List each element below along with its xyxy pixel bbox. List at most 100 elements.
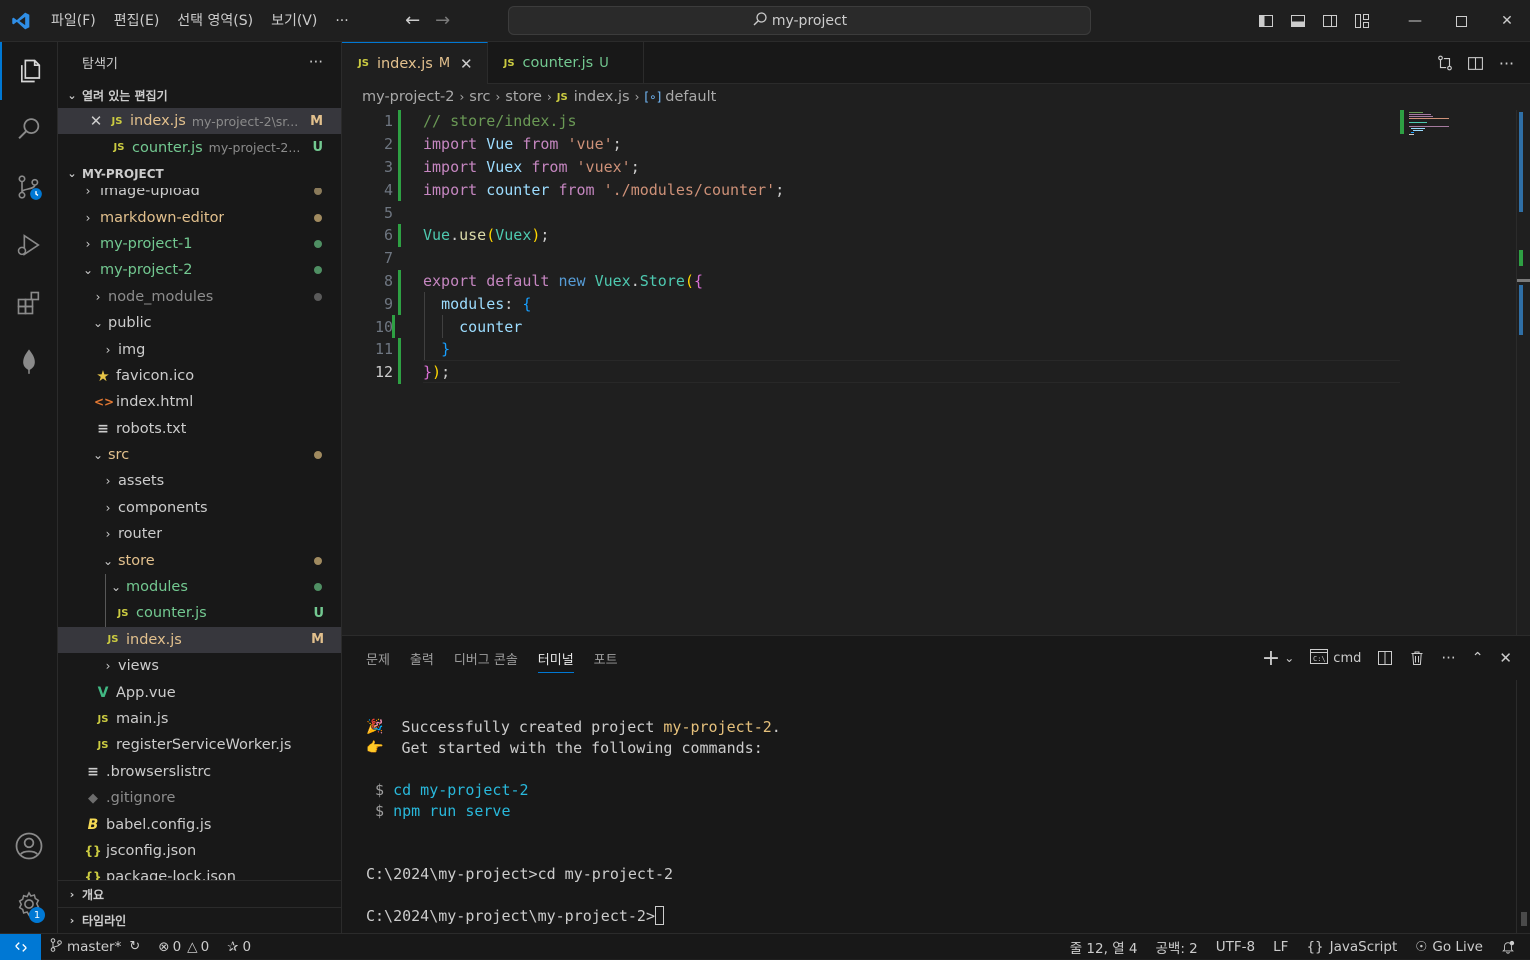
tab-counter-js[interactable]: JS counter.js U	[488, 42, 644, 84]
menu-edit[interactable]: 편집(E)	[105, 0, 169, 42]
sync-icon[interactable]: ↻	[129, 939, 140, 954]
minimize-icon[interactable]: —	[1392, 0, 1438, 42]
open-editors-header[interactable]: ⌄ 열려 있는 편집기	[58, 82, 341, 108]
tab-output[interactable]: 출력	[410, 636, 434, 680]
tree-folder-store[interactable]: ⌄ store	[58, 547, 341, 573]
indentation[interactable]: 공백: 2	[1147, 937, 1207, 957]
tree-folder-node-modules[interactable]: › node_modules	[58, 284, 341, 310]
trash-icon[interactable]	[1401, 650, 1433, 666]
compare-changes-icon[interactable]	[1429, 54, 1460, 72]
accounts-icon[interactable]	[0, 817, 58, 875]
sidebar-more-button[interactable]: ···	[309, 53, 323, 71]
back-arrow-icon[interactable]: ←	[398, 10, 428, 31]
menu-view[interactable]: 보기(V)	[262, 0, 326, 42]
new-terminal-icon[interactable]: +	[1254, 646, 1282, 671]
breadcrumb-item[interactable]: store	[505, 89, 542, 105]
tree-folder-src[interactable]: ⌄ src	[58, 442, 341, 468]
tree-folder-my-project-1[interactable]: › my-project-1	[58, 231, 341, 257]
ports-indicator[interactable]: ✰ 0	[218, 939, 260, 955]
close-icon[interactable]: ✕	[88, 112, 104, 130]
cursor-position[interactable]: 줄 12, 열 4	[1061, 937, 1147, 957]
tab-ports[interactable]: 포트	[594, 636, 618, 680]
forward-arrow-icon[interactable]: →	[428, 10, 458, 31]
encoding[interactable]: UTF-8	[1207, 939, 1264, 955]
tree-file-index-html[interactable]: <> index.html	[58, 389, 341, 415]
tab-index-js[interactable]: JS index.js M ✕	[342, 42, 488, 84]
outline-header[interactable]: › 개요	[58, 881, 341, 907]
tree-folder-assets[interactable]: › assets	[58, 468, 341, 494]
minimap[interactable]	[1400, 110, 1530, 635]
maximize-panel-icon[interactable]: ⌃	[1464, 650, 1492, 666]
notifications-bell-icon[interactable]	[1492, 940, 1524, 954]
tree-folder-modules[interactable]: ⌄ modules	[58, 573, 341, 601]
go-live-button[interactable]: ☉ Go Live	[1406, 939, 1492, 955]
breadcrumb-item[interactable]: index.js	[574, 89, 630, 105]
tree-folder-components[interactable]: › components	[58, 495, 341, 521]
project-header[interactable]: ⌄ MY-PROJECT	[58, 161, 341, 187]
explorer-icon[interactable]	[0, 42, 58, 100]
menu-selection[interactable]: 선택 영역(S)	[168, 0, 262, 42]
maximize-icon[interactable]	[1438, 0, 1484, 42]
editor-scrollbar[interactable]	[1516, 110, 1530, 635]
open-editor-item-counter-js[interactable]: JS counter.js my-project-2... U	[58, 134, 341, 160]
open-editor-item-index-js[interactable]: ✕ JS index.js my-project-2\sr... M	[58, 108, 341, 135]
tree-folder-img[interactable]: › img	[58, 336, 341, 362]
tree-file-register-sw[interactable]: JS registerServiceWorker.js	[58, 732, 341, 758]
panel-more-icon[interactable]: ···	[1433, 649, 1463, 667]
branch-indicator[interactable]: master* ↻	[41, 937, 149, 956]
tree-file-counter-js[interactable]: JS counter.js U	[58, 600, 341, 627]
tree-folder-router[interactable]: › router	[58, 521, 341, 547]
terminal-scrollbar[interactable]	[1516, 680, 1530, 934]
tree-folder-image-upload[interactable]: › image-upload	[58, 188, 341, 204]
extensions-icon[interactable]	[0, 274, 58, 332]
mongodb-leaf-icon[interactable]	[0, 332, 58, 390]
tree-file-app-vue[interactable]: V App.vue	[58, 679, 341, 705]
tree-file-browserslistrc[interactable]: ≡ .browserslistrc	[58, 759, 341, 785]
tree-folder-my-project-2[interactable]: ⌄ my-project-2	[58, 257, 341, 283]
remote-icon[interactable]	[0, 933, 41, 960]
manage-gear-icon[interactable]: 1	[0, 875, 58, 933]
tab-debug-console[interactable]: 디버그 콘솔	[454, 636, 518, 680]
menu-file[interactable]: 파일(F)	[42, 0, 105, 42]
toggle-secondary-sidebar-icon[interactable]	[1314, 0, 1346, 42]
split-editor-icon[interactable]	[1460, 55, 1491, 72]
tree-file-index-js[interactable]: JS index.js M	[58, 626, 341, 654]
close-icon[interactable]: ✕	[460, 55, 473, 73]
tab-terminal[interactable]: 터미널	[537, 645, 574, 673]
tree-file-jsconfig[interactable]: {} jsconfig.json	[58, 838, 341, 864]
command-center-search[interactable]: my-project	[508, 6, 1091, 35]
close-window-icon[interactable]: ✕	[1484, 0, 1530, 42]
breadcrumb-item[interactable]: my-project-2	[362, 89, 454, 105]
problems-indicator[interactable]: ⊗ 0 △ 0	[149, 939, 218, 955]
toggle-panel-icon[interactable]	[1282, 0, 1314, 42]
run-debug-icon[interactable]	[0, 216, 58, 274]
code-editor[interactable]: 1 // store/index.js 2 import Vue from 'vue…	[342, 110, 1402, 410]
source-control-icon[interactable]	[0, 158, 58, 216]
close-panel-icon[interactable]: ✕	[1491, 649, 1520, 667]
editor-more-icon[interactable]: ···	[1491, 54, 1522, 73]
tree-file-package-lock[interactable]: {} package-lock.json	[58, 864, 341, 880]
tree-file-gitignore[interactable]: ◆ .gitignore	[58, 785, 341, 811]
tree-folder-views[interactable]: › views	[58, 653, 341, 679]
tree-file-babel-config[interactable]: Bbabel.config.js	[58, 811, 341, 837]
tree-folder-public[interactable]: ⌄ public	[58, 310, 341, 336]
menu-more[interactable]: ···	[326, 0, 357, 42]
search-view-icon[interactable]	[0, 100, 58, 158]
tree-folder-markdown-editor[interactable]: › markdown-editor	[58, 204, 341, 230]
language-mode[interactable]: {} JavaScript	[1297, 939, 1406, 955]
tree-file-main-js[interactable]: JS main.js	[58, 706, 341, 732]
terminal-selector[interactable]: C:\ cmd	[1302, 648, 1369, 668]
chevron-down-icon[interactable]: ⌄	[1282, 651, 1302, 665]
terminal-cursor	[654, 906, 664, 925]
breadcrumb-item[interactable]: default	[665, 89, 716, 105]
terminal-output[interactable]: 🎉 Successfully created project my-projec…	[366, 716, 1506, 926]
tree-file-favicon[interactable]: ★ favicon.ico	[58, 363, 341, 389]
tree-file-robots-txt[interactable]: ≡ robots.txt	[58, 416, 341, 442]
breadcrumb-item[interactable]: src	[469, 89, 490, 105]
tab-problems[interactable]: 문제	[366, 636, 390, 680]
customize-layout-icon[interactable]	[1346, 0, 1378, 42]
toggle-primary-sidebar-icon[interactable]	[1250, 0, 1282, 42]
split-terminal-icon[interactable]	[1369, 650, 1401, 666]
timeline-header[interactable]: › 타임라인	[58, 907, 341, 933]
line-ending[interactable]: LF	[1264, 939, 1297, 955]
